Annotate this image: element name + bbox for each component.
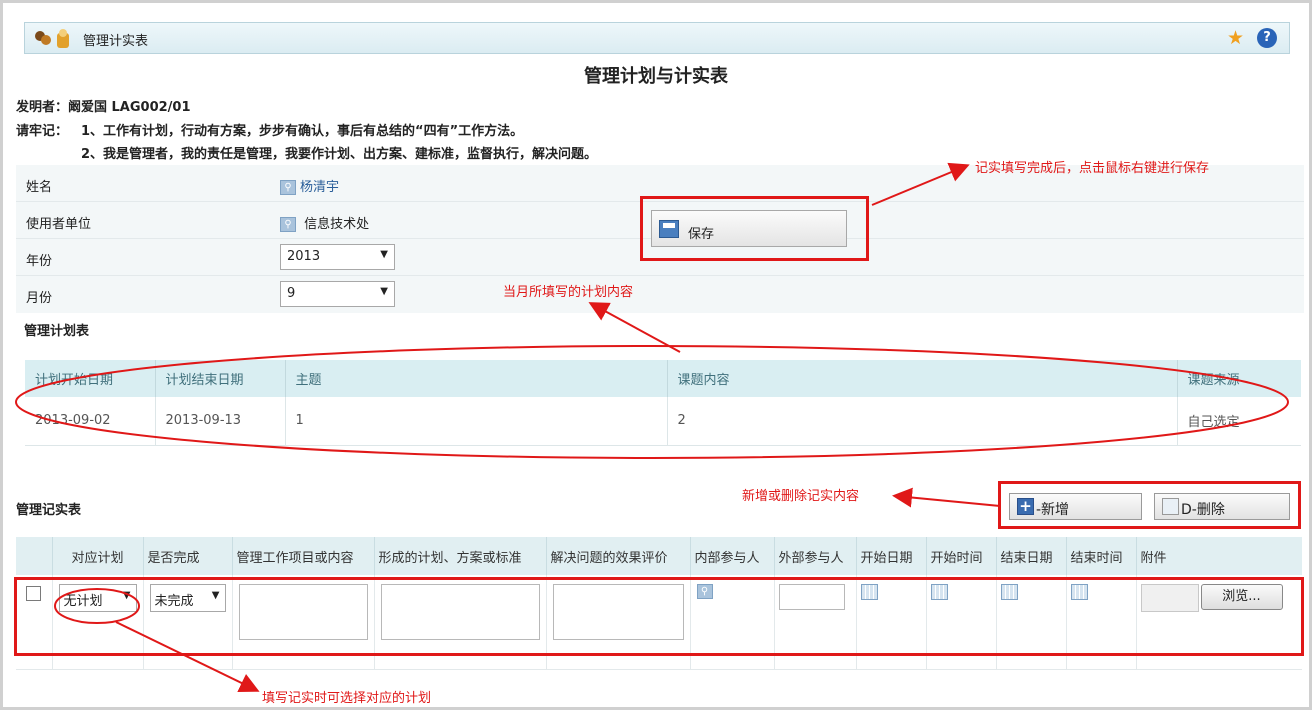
plan-arrow	[588, 302, 681, 353]
select-arrow	[115, 621, 260, 693]
addremove-arrow	[892, 487, 1001, 508]
annotation-overlay	[15, 162, 1289, 693]
select-ellipse	[54, 588, 140, 624]
save-arrow	[871, 162, 970, 206]
plan-ellipse	[15, 345, 1289, 459]
